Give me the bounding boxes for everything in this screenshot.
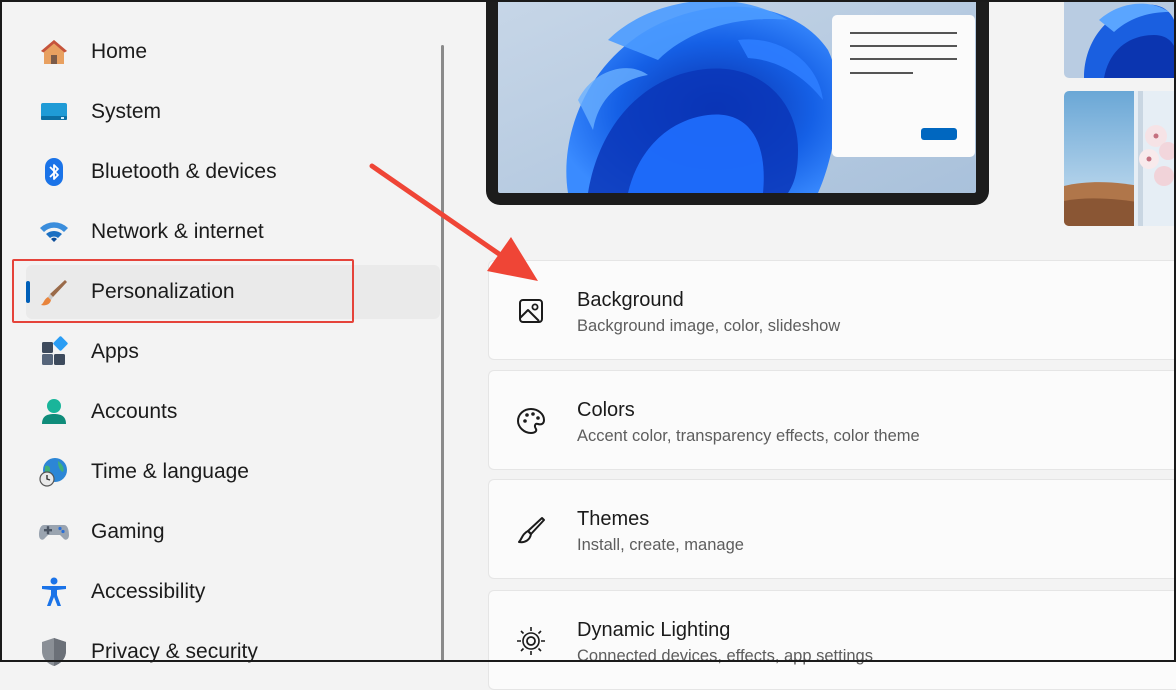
annotation-highlight-box — [12, 259, 354, 323]
card-title: Themes — [577, 508, 650, 530]
gamepad-icon — [39, 525, 69, 540]
sidebar-item-label: Privacy & security — [91, 640, 258, 663]
blossom-thumbnail-image — [1064, 91, 1176, 226]
sidebar-item-label: Home — [91, 40, 148, 63]
sidebar-item-label: Bluetooth & devices — [91, 160, 277, 183]
card-subtitle: Install, create, manage — [577, 536, 744, 554]
setting-card-dynamic-lighting[interactable]: Dynamic Lighting Connected devices, effe… — [488, 590, 1176, 690]
card-title: Dynamic Lighting — [577, 619, 731, 641]
sidebar-item-home[interactable]: Home — [26, 25, 440, 79]
brush-icon — [518, 517, 545, 544]
sidebar-item-label: Accounts — [91, 400, 178, 423]
palette-icon — [516, 407, 546, 435]
annotation-arrow — [369, 163, 538, 281]
sidebar-item-time-language[interactable]: Time & language — [26, 445, 440, 499]
sidebar-item-accounts[interactable]: Accounts — [26, 385, 440, 439]
sidebar-item-apps[interactable]: Apps — [26, 325, 440, 379]
setting-card-background[interactable]: Background Background image, color, slid… — [488, 260, 1176, 360]
home-icon — [41, 40, 67, 64]
bluetooth-icon — [45, 158, 63, 186]
sidebar-item-system[interactable]: System — [26, 85, 440, 139]
sidebar-item-label: Gaming — [91, 520, 165, 543]
system-icon — [41, 103, 67, 120]
card-title: Background — [577, 289, 684, 311]
sidebar-item-label: Apps — [91, 340, 139, 363]
sidebar-item-label: Time & language — [91, 460, 249, 483]
wallpaper-preview — [498, 0, 976, 193]
accessibility-icon — [42, 577, 66, 606]
theme-preview — [486, 0, 989, 205]
card-title: Colors — [577, 399, 635, 421]
sidebar-item-accessibility[interactable]: Accessibility — [26, 565, 440, 619]
globe-clock-icon — [39, 458, 67, 487]
theme-thumbnail-bloom[interactable] — [1064, 0, 1176, 78]
sidebar-item-label: System — [91, 100, 162, 123]
apps-icon — [42, 336, 68, 365]
sidebar-item-label: Network & internet — [91, 220, 264, 243]
sidebar-nav: Home System Bluetooth & devices Network … — [0, 0, 444, 666]
card-subtitle: Connected devices, effects, app settings — [577, 647, 873, 665]
shield-icon — [42, 638, 66, 666]
lighting-icon — [517, 627, 545, 655]
setting-card-themes[interactable]: Themes Install, create, manage — [488, 479, 1176, 579]
sidebar-item-label: Accessibility — [91, 580, 206, 603]
card-subtitle: Background image, color, slideshow — [577, 317, 841, 335]
sidebar-item-gaming[interactable]: Gaming — [26, 505, 440, 559]
preview-button-mock — [921, 128, 957, 140]
setting-card-colors[interactable]: Colors Accent color, transparency effect… — [488, 370, 1176, 470]
account-icon — [42, 399, 66, 424]
card-subtitle: Accent color, transparency effects, colo… — [577, 427, 920, 445]
sidebar-item-privacy-security[interactable]: Privacy & security — [26, 625, 440, 679]
sidebar-scrollbar[interactable] — [441, 45, 444, 662]
bloom-thumbnail-image — [1064, 0, 1176, 78]
image-icon — [519, 299, 543, 323]
wifi-icon — [40, 222, 68, 242]
preview-window-mock — [832, 15, 975, 157]
theme-thumbnail-blossom[interactable] — [1064, 91, 1176, 226]
